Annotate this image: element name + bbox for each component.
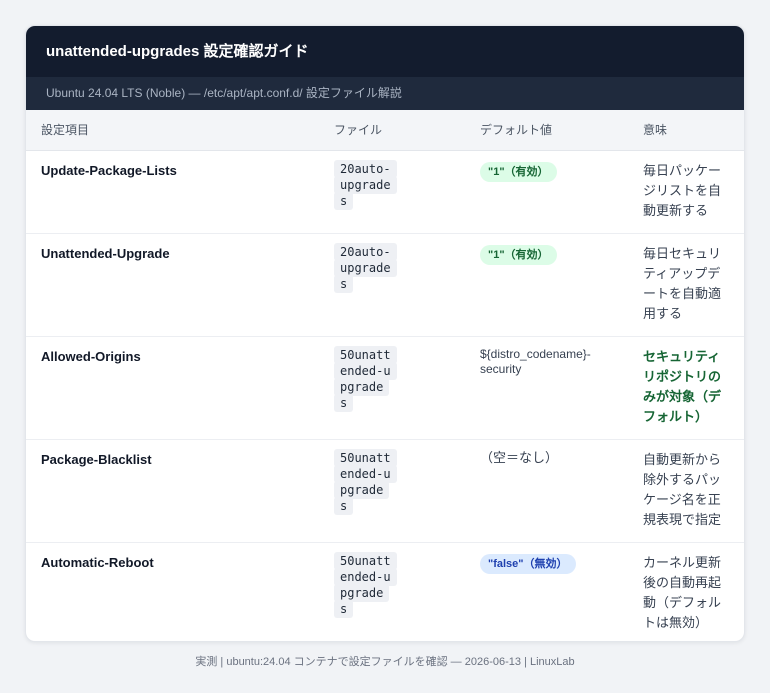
default-value: ${distro_codename}-security bbox=[480, 346, 591, 376]
page-subtitle: Ubuntu 24.04 LTS (Noble) — /etc/apt/apt.… bbox=[26, 77, 744, 110]
file-name: 20auto-upgrades bbox=[334, 159, 397, 210]
meaning-text: 毎日パッケージリストを自動更新する bbox=[635, 150, 744, 234]
column-header-default: デフォルト値 bbox=[472, 110, 635, 151]
guide-card: unattended-upgrades 設定確認ガイド Ubuntu 24.04… bbox=[25, 25, 745, 642]
setting-key: Update-Package-Lists bbox=[26, 150, 326, 234]
file-name: 50unattended-upgrades bbox=[334, 345, 397, 412]
file-name: 20auto-upgrades bbox=[334, 242, 397, 293]
table-row: Unattended-Upgrade 20auto-upgrades "1"（有… bbox=[26, 233, 744, 337]
settings-table: 設定項目 ファイル デフォルト値 意味 Update-Package-Lists… bbox=[26, 110, 744, 641]
setting-key: Allowed-Origins bbox=[26, 336, 326, 440]
table-row: Automatic-Reboot 50unattended-upgrades "… bbox=[26, 542, 744, 641]
file-name: 50unattended-upgrades bbox=[334, 551, 397, 618]
default-badge: "1"（有効） bbox=[480, 161, 557, 182]
meaning-text: カーネル更新後の自動再起動（デフォルトは無効） bbox=[643, 554, 722, 630]
column-header-setting: 設定項目 bbox=[26, 110, 326, 151]
file-name: 50unattended-upgrades bbox=[334, 448, 397, 515]
default-badge: "1"（有効） bbox=[480, 244, 557, 265]
table-row: Allowed-Origins 50unattended-upgrades ${… bbox=[26, 336, 744, 440]
setting-key: Unattended-Upgrade bbox=[26, 233, 326, 337]
page-title: unattended-upgrades 設定確認ガイド bbox=[26, 26, 744, 77]
footer-note: 実測 | ubuntu:24.04 コンテナで設定ファイルを確認 — 2026-… bbox=[195, 656, 575, 668]
meaning-text: セキュリティリポジトリのみが対象（デフォルト） bbox=[635, 336, 744, 440]
meaning-text: 自動更新から除外するパッケージ名を正規表現で指定 bbox=[635, 439, 744, 543]
table-row: Package-Blacklist 50unattended-upgrades … bbox=[26, 439, 744, 543]
column-header-file: ファイル bbox=[326, 110, 472, 151]
default-badge: "false"（無効） bbox=[480, 553, 576, 574]
column-header-meaning: 意味 bbox=[635, 110, 744, 151]
table-row: Update-Package-Lists 20auto-upgrades "1"… bbox=[26, 150, 744, 234]
setting-key: Automatic-Reboot bbox=[41, 554, 154, 570]
meaning-text: 毎日セキュリティアップデートを自動適用する bbox=[635, 233, 744, 337]
table-header-row: 設定項目 ファイル デフォルト値 意味 bbox=[26, 110, 744, 151]
setting-key: Package-Blacklist bbox=[26, 439, 326, 543]
default-value: （空＝なし） bbox=[480, 449, 559, 465]
